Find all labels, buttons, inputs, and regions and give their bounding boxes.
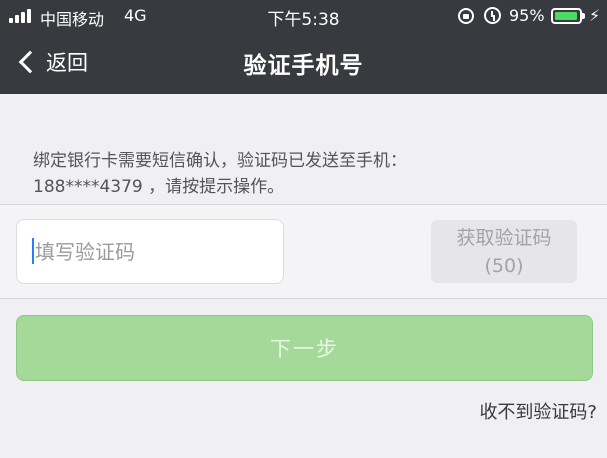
no-code-link[interactable]: 收不到验证码?: [479, 398, 597, 424]
battery-percent: 95%: [509, 6, 545, 25]
charging-icon: ⚡: [589, 6, 601, 25]
verification-code-input[interactable]: [16, 219, 284, 284]
nav-bar: 返回 验证手机号: [0, 32, 607, 94]
verification-notice: 绑定银行卡需要短信确认，验证码已发送至手机： 188****4379 ，请按提示…: [33, 148, 593, 200]
page-title: 验证手机号: [243, 53, 364, 79]
header: 中国移动 4G 下午5:38 95% ⚡ 返回 验证手机号: [0, 0, 607, 94]
text-cursor: [32, 238, 34, 264]
notice-line-1: 绑定银行卡需要短信确认，验证码已发送至手机：: [33, 151, 407, 171]
battery-icon: [551, 8, 585, 24]
rotation-lock-icon: [458, 8, 474, 24]
countdown-label: (50): [484, 254, 524, 277]
code-row: 获取验证码 (50): [0, 205, 607, 298]
get-code-label: 获取验证码: [456, 226, 552, 249]
divider: [0, 298, 607, 299]
next-step-button[interactable]: 下一步: [16, 315, 593, 381]
get-code-button[interactable]: 获取验证码 (50): [431, 220, 577, 283]
notice-line-2: 188****4379 ，请按提示操作。: [33, 177, 285, 197]
status-bar: 中国移动 4G 下午5:38 95% ⚡: [0, 0, 607, 32]
alarm-icon: [484, 7, 501, 24]
